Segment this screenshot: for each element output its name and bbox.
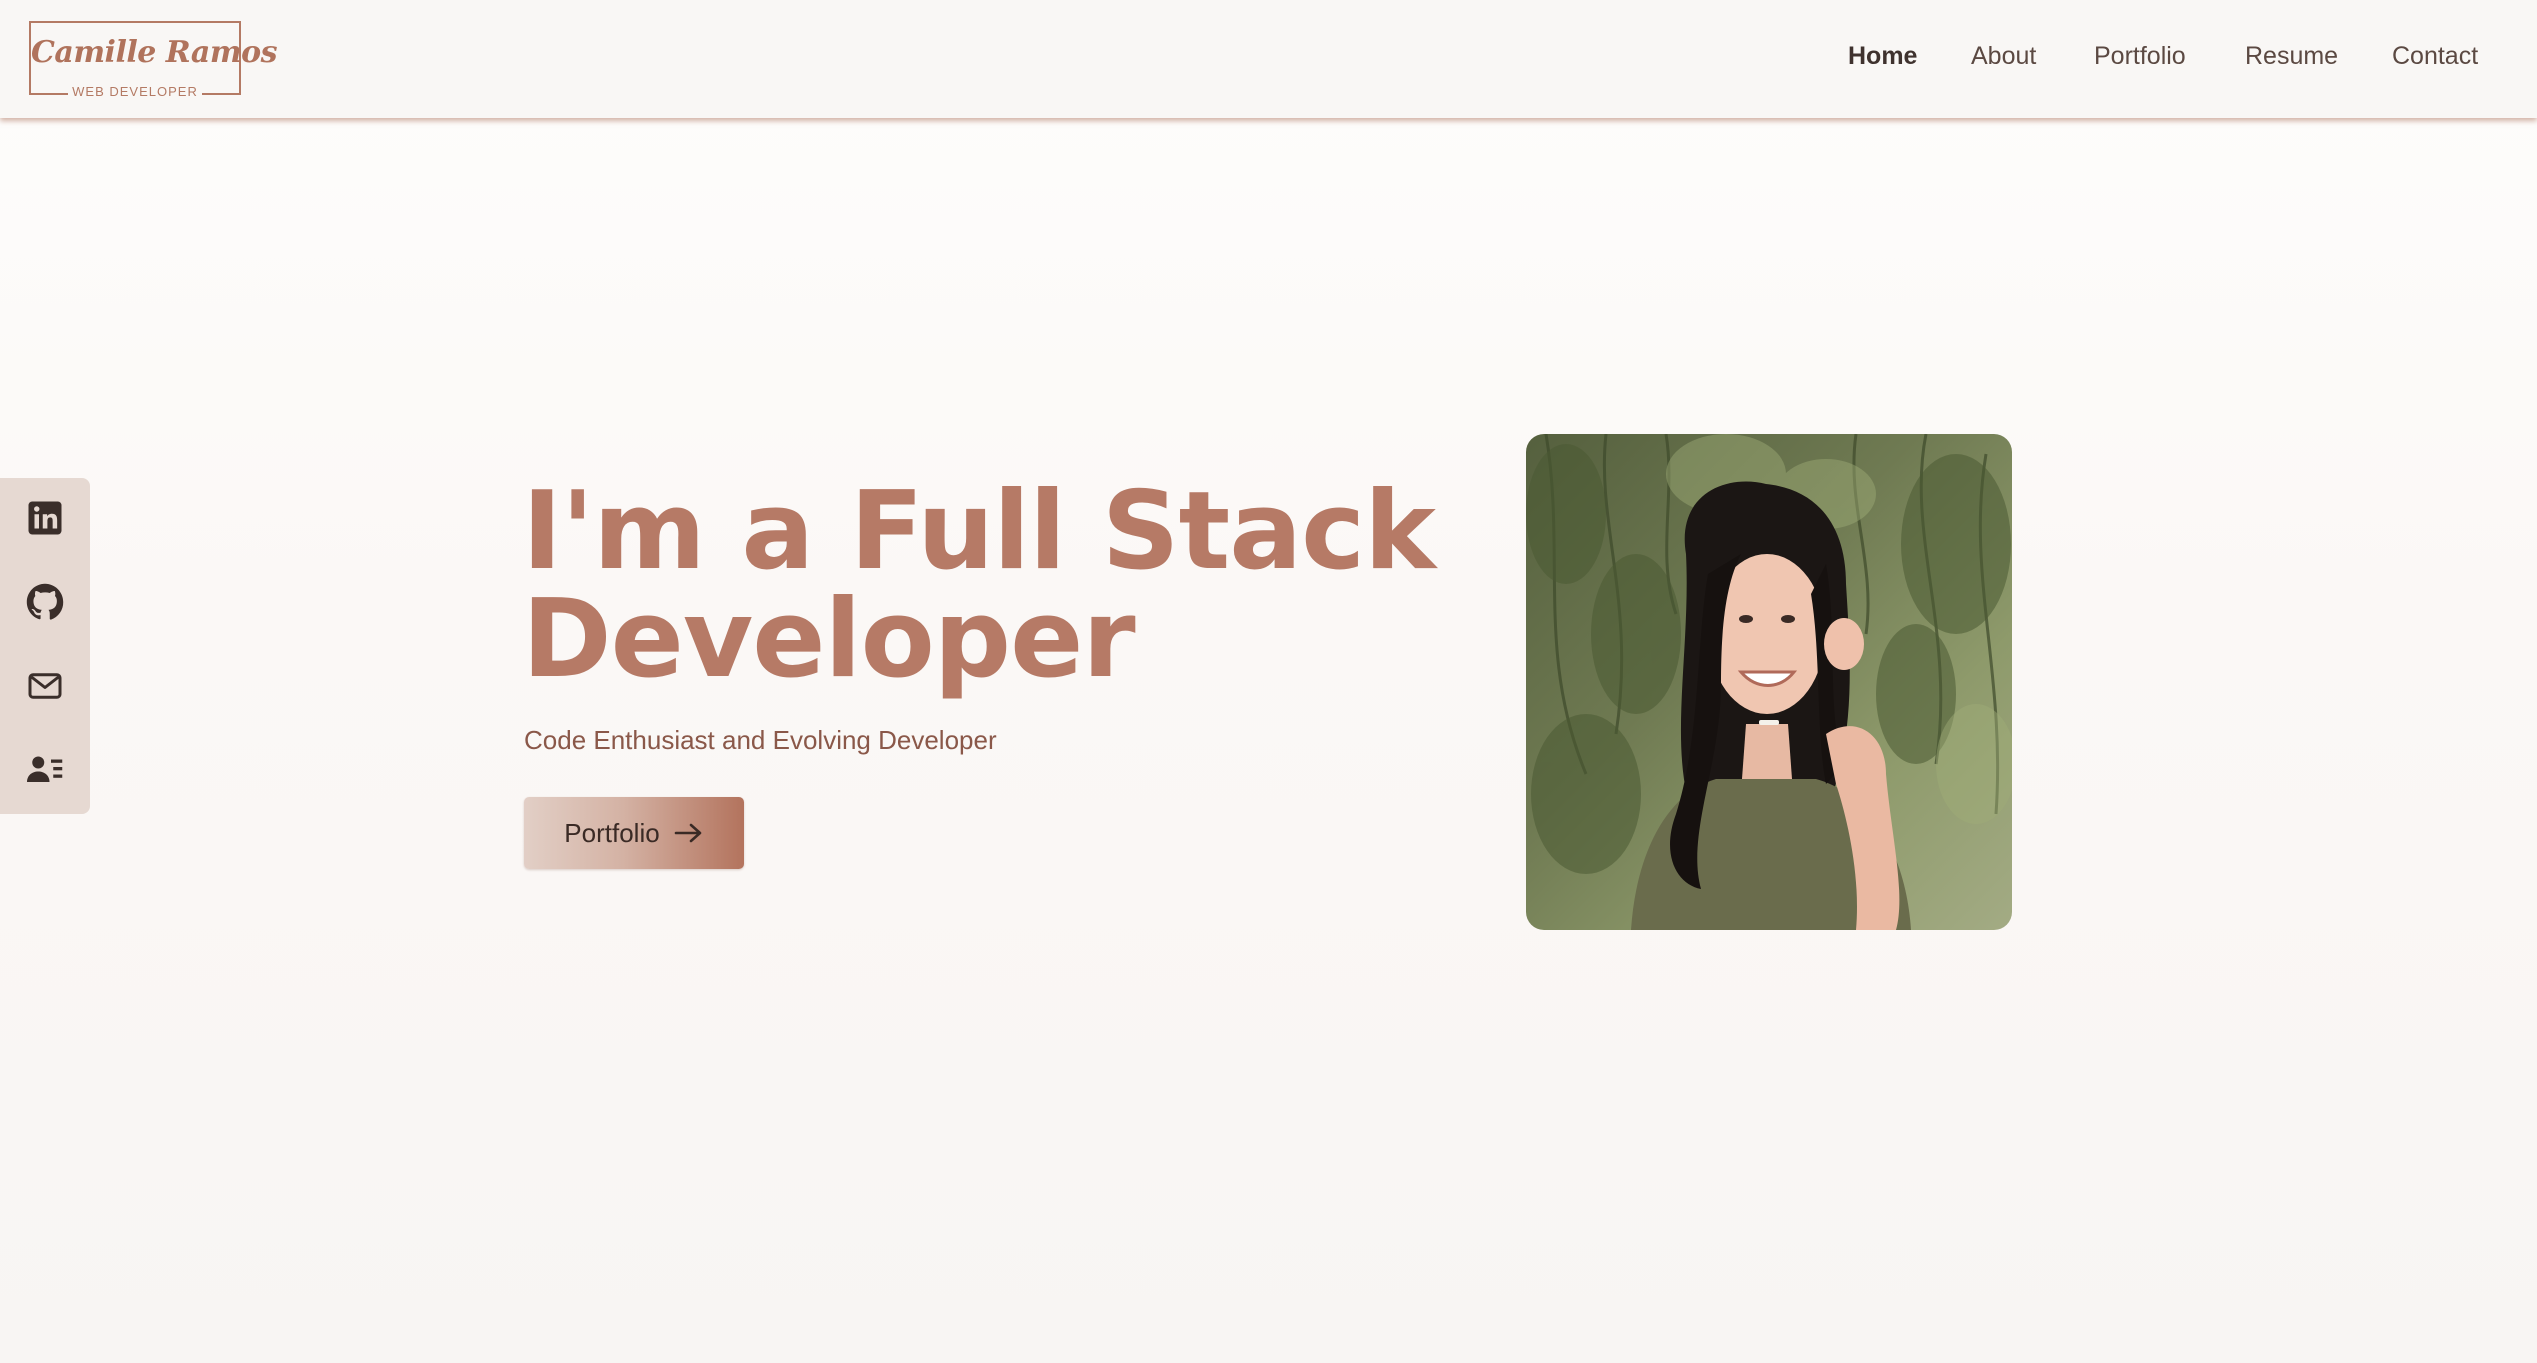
profile-photo-illustration: [1526, 434, 2012, 930]
profile-photo: [1526, 434, 2012, 930]
logo-tagline-row: WEB DEVELOPER: [31, 81, 239, 101]
site-header: Camille Ramos WEB DEVELOPER Home About P…: [0, 0, 2537, 118]
github-link[interactable]: [24, 581, 66, 623]
mail-icon: [28, 673, 62, 699]
logo-tagline: WEB DEVELOPER: [68, 83, 202, 99]
social-sidebar: [0, 478, 90, 814]
email-link[interactable]: [24, 665, 66, 707]
nav-about[interactable]: About: [1971, 42, 2036, 71]
nav-contact[interactable]: Contact: [2392, 42, 2478, 71]
linkedin-icon: [28, 501, 62, 535]
main-nav: Home About Portfolio Resume Contact: [0, 42, 2537, 76]
hero-subtitle: Code Enthusiast and Evolving Developer: [524, 725, 997, 755]
nav-portfolio[interactable]: Portfolio: [2094, 42, 2186, 71]
hero-title: I'm a Full Stack Developer: [522, 469, 1436, 702]
portfolio-button[interactable]: Portfolio: [524, 797, 744, 869]
nav-resume[interactable]: Resume: [2245, 42, 2338, 71]
portfolio-button-label: Portfolio: [564, 817, 660, 848]
contact-card-icon: [27, 756, 63, 782]
arrow-right-icon: [674, 823, 701, 843]
github-icon: [26, 583, 64, 620]
resume-link[interactable]: [24, 749, 66, 791]
linkedin-link[interactable]: [24, 497, 66, 539]
nav-home[interactable]: Home: [1848, 42, 1917, 71]
